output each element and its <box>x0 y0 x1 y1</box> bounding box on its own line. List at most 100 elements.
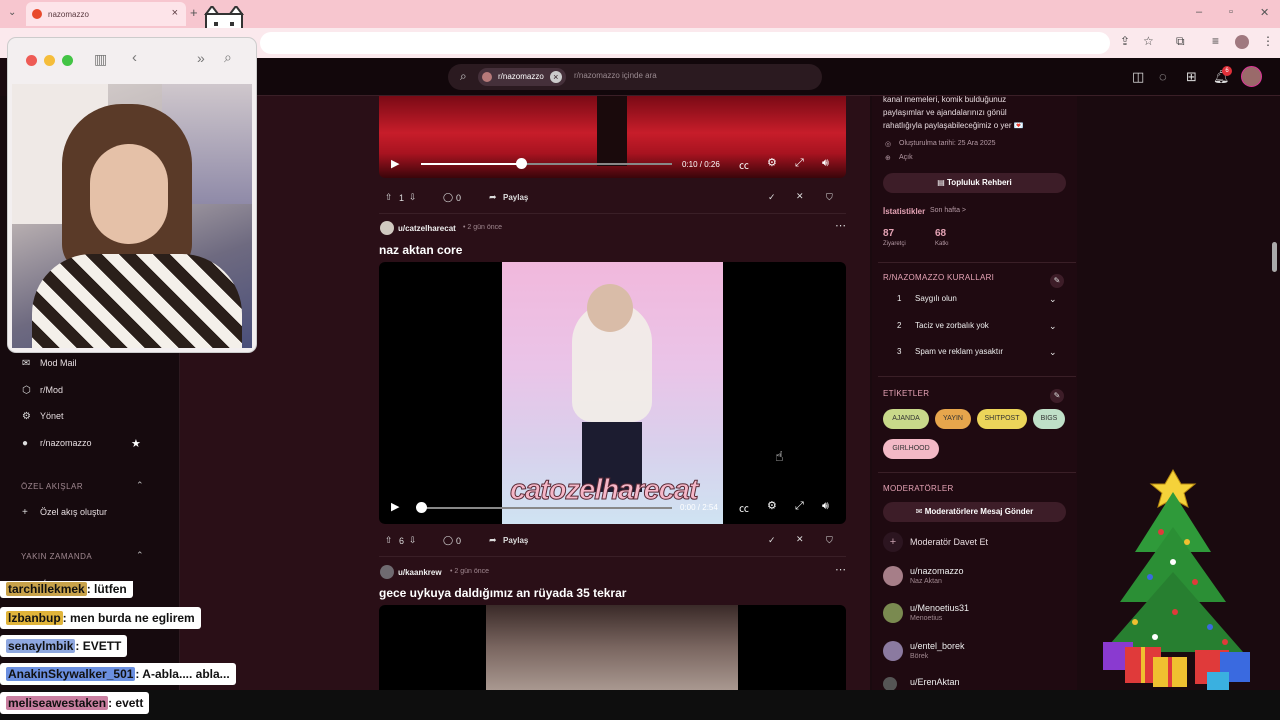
share-button[interactable]: Paylaş <box>503 193 528 202</box>
invite-mod-link[interactable]: Moderatör Davet Et <box>910 537 988 547</box>
minimize-window-icon[interactable]: – <box>1196 6 1202 18</box>
maximize-window-icon[interactable]: ▫ <box>1229 6 1233 18</box>
user-avatar[interactable] <box>380 221 394 235</box>
play-icon[interactable]: ▶ <box>391 500 399 513</box>
advertise-icon[interactable]: ◫ <box>1132 69 1144 85</box>
close-window-icon[interactable]: ✕ <box>1260 6 1269 19</box>
edit-pencil-icon[interactable]: ✎ <box>1050 274 1064 288</box>
chat-username: tarchillekmek <box>6 582 87 596</box>
url-field[interactable] <box>260 32 1110 54</box>
community-guide-button[interactable]: ▤ Topluluk Rehberi <box>883 173 1066 193</box>
sidebar-toggle-icon[interactable]: ▥ <box>94 51 107 68</box>
bookmark-star-icon[interactable]: ☆ <box>1143 34 1154 48</box>
search-subreddit-chip[interactable]: r/nazomazzo × <box>478 68 566 86</box>
video-player[interactable] <box>379 605 846 690</box>
video-player[interactable]: catozelharecat <box>379 262 846 524</box>
settings-gear-icon[interactable]: ⚙ <box>767 156 777 169</box>
captions-icon[interactable]: ㏄ <box>739 500 749 515</box>
post-title[interactable]: naz aktan core <box>379 243 462 257</box>
flair-tag[interactable]: BIGS <box>1033 409 1065 429</box>
create-post-icon[interactable]: ⊞ <box>1186 69 1197 85</box>
fullscreen-icon[interactable]: ⤢ <box>795 157 804 170</box>
create-custom-feed[interactable]: + Özel akış oluştur <box>22 507 107 518</box>
video-scrubber-knob[interactable] <box>516 158 527 169</box>
share-icon[interactable]: ➦ <box>489 535 497 546</box>
edit-pencil-icon[interactable]: ✎ <box>1050 389 1064 403</box>
clear-chip-icon[interactable]: × <box>549 71 562 83</box>
downvote-icon[interactable]: ⇩ <box>409 535 417 546</box>
share-button[interactable]: Paylaş <box>503 536 528 545</box>
remove-x-icon[interactable]: ✕ <box>796 191 804 202</box>
user-avatar[interactable] <box>1241 66 1262 87</box>
double-chevron-icon[interactable]: » <box>197 50 205 66</box>
profile-avatar[interactable] <box>1235 35 1249 49</box>
sidebar-item-mod[interactable]: ⬡ r/Mod <box>22 385 63 396</box>
flair-tag[interactable]: AJANDA <box>883 409 929 429</box>
volume-icon[interactable]: 🔊︎ <box>822 157 829 170</box>
reading-list-icon[interactable]: ≡ <box>1212 34 1219 48</box>
tab-list-chevron-icon[interactable]: ⌄ <box>8 7 16 18</box>
search-icon[interactable]: ⌕ <box>224 49 232 66</box>
settings-gear-icon[interactable]: ⚙ <box>767 499 777 512</box>
message-mods-button[interactable]: ✉ Moderatörlere Mesaj Gönder <box>883 502 1066 522</box>
user-avatar[interactable] <box>380 565 394 579</box>
sidebar-item-mod-mail[interactable]: ✉ Mod Mail <box>22 358 77 369</box>
browser-menu-icon[interactable]: ⋮ <box>1262 34 1274 48</box>
sidebar-item-manage[interactable]: ⚙ Yönet <box>22 411 64 422</box>
plus-icon: + <box>22 507 28 518</box>
section-recent[interactable]: YAKIN ZAMANDA <box>21 552 92 561</box>
search-bar[interactable]: ⌕ r/nazomazzo × r/nazomazzo içinde ara <box>448 64 822 90</box>
mod-shield-icon[interactable]: ⛉ <box>826 535 833 546</box>
post-author[interactable]: u/catzelharecat <box>398 224 456 233</box>
minimize-traffic-light-icon[interactable] <box>44 55 55 66</box>
flair-tag[interactable]: YAYIN <box>935 409 971 429</box>
zoom-traffic-light-icon[interactable] <box>62 55 73 66</box>
post-title[interactable]: gece uykuya daldığımız an rüyada 35 tekr… <box>379 586 626 600</box>
video-scrubber-knob[interactable] <box>416 502 427 513</box>
search-placeholder[interactable]: r/nazomazzo içinde ara <box>574 71 657 80</box>
mail-icon: ✉ <box>22 358 31 369</box>
tab-close-icon[interactable]: × <box>172 7 178 19</box>
video-progress-track[interactable] <box>421 507 672 509</box>
page-scrollbar[interactable] <box>1269 96 1280 690</box>
comment-icon[interactable]: ◯ <box>443 535 453 546</box>
browser-tab[interactable]: nazomazzo × <box>26 2 186 26</box>
rule-text: Taciz ve zorbalık yok <box>915 321 989 330</box>
chat-icon[interactable]: ◌ <box>1159 69 1167 84</box>
sidebar-item-nazomazzo[interactable]: ● r/nazomazzo <box>22 438 92 449</box>
downvote-icon[interactable]: ⇩ <box>409 192 417 203</box>
chat-text: : men burda ne eglirem <box>62 611 195 625</box>
favorite-star-icon[interactable]: ★ <box>131 437 141 450</box>
fullscreen-icon[interactable]: ⤢ <box>795 500 804 513</box>
flair-tag[interactable]: GIRLHOOD <box>883 439 939 459</box>
chevron-down-icon[interactable]: ⌄ <box>1049 347 1057 358</box>
mod-shield-icon[interactable]: ⛉ <box>826 192 833 203</box>
approve-check-icon[interactable]: ✓ <box>768 192 776 203</box>
chevron-up-icon[interactable]: ⌃ <box>136 480 144 491</box>
upvote-icon[interactable]: ⇧ <box>385 192 393 203</box>
post-author[interactable]: u/kaankrew <box>398 568 442 577</box>
section-custom-feeds[interactable]: ÖZEL AKIŞLAR <box>21 482 83 491</box>
stats-period-dropdown[interactable]: Son hafta > <box>930 207 966 214</box>
more-options-icon[interactable]: ⋯ <box>835 563 846 576</box>
install-app-icon[interactable]: ⇪ <box>1120 34 1130 48</box>
extensions-icon[interactable]: ⧉ <box>1176 34 1185 49</box>
scrollbar-thumb[interactable] <box>1272 242 1277 272</box>
captions-icon[interactable]: ㏄ <box>739 157 749 172</box>
volume-icon[interactable]: 🔊︎ <box>822 500 829 513</box>
back-chevron-icon[interactable]: ‹ <box>132 49 137 66</box>
plus-icon[interactable]: + <box>883 532 903 552</box>
chevron-down-icon[interactable]: ⌄ <box>1049 294 1057 305</box>
comment-icon[interactable]: ◯ <box>443 192 453 203</box>
chat-username: AnakinSkywalker_501 <box>6 667 136 681</box>
remove-x-icon[interactable]: ✕ <box>796 534 804 545</box>
approve-check-icon[interactable]: ✓ <box>768 535 776 546</box>
play-icon[interactable]: ▶ <box>391 157 399 170</box>
chevron-down-icon[interactable]: ⌄ <box>1049 321 1057 332</box>
share-icon[interactable]: ➦ <box>489 192 497 203</box>
flair-tag[interactable]: SHITPOST <box>977 409 1027 429</box>
upvote-icon[interactable]: ⇧ <box>385 535 393 546</box>
more-options-icon[interactable]: ⋯ <box>835 219 846 232</box>
close-traffic-light-icon[interactable] <box>26 55 37 66</box>
chevron-up-icon[interactable]: ⌃ <box>136 550 144 561</box>
